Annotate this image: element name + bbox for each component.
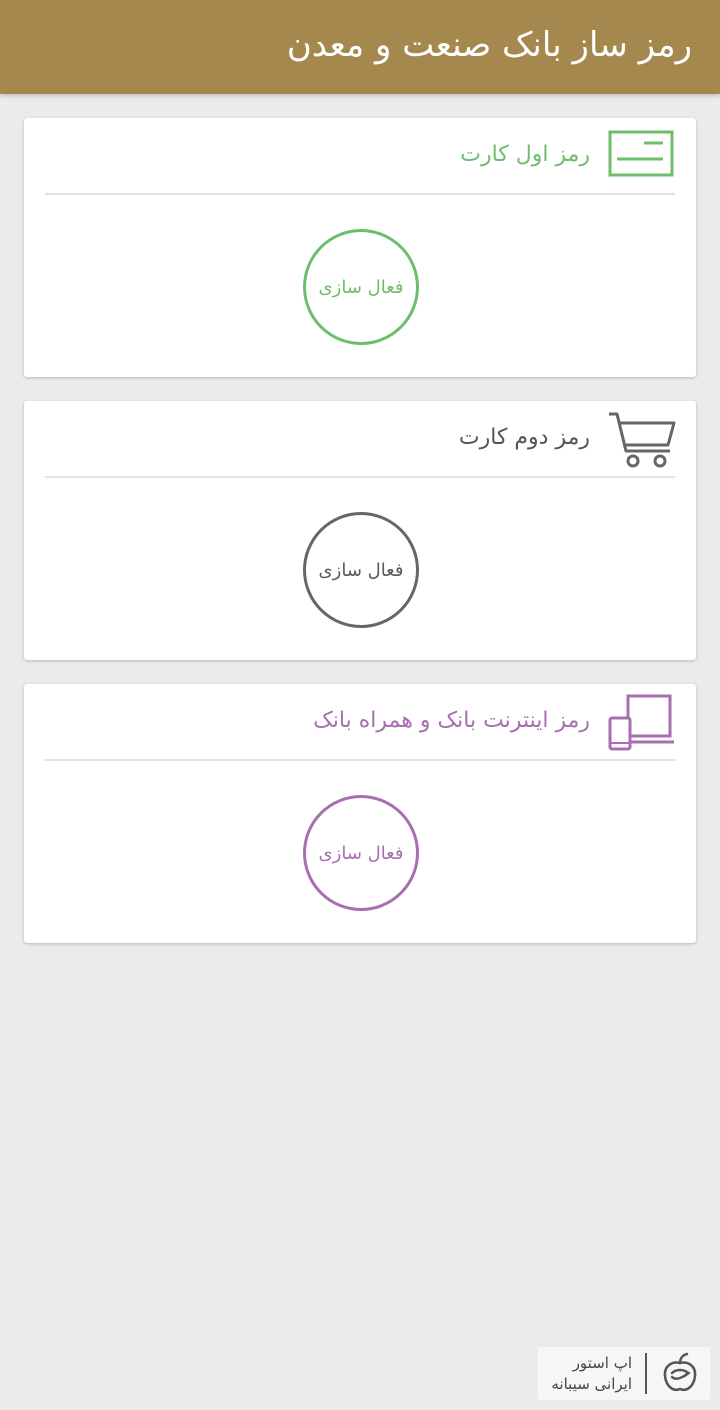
- page-title: رمز ساز بانک صنعت و معدن: [286, 25, 692, 65]
- activate-button[interactable]: فعال سازی: [303, 512, 419, 628]
- card-second-pin: رمز دوم کارت فعال سازی: [24, 401, 696, 660]
- watermark-separator: [645, 1353, 647, 1394]
- apple-logo-icon: [663, 1352, 697, 1391]
- card-title: رمز اینترنت بانک و همراه بانک: [313, 708, 590, 733]
- divider: [45, 476, 675, 478]
- card-first-pin: رمز اول کارت فعال سازی: [24, 118, 696, 377]
- divider: [45, 759, 675, 761]
- app-header: رمز ساز بانک صنعت و معدن: [0, 0, 720, 94]
- card-icon: [608, 130, 674, 177]
- watermark-line-2: ایرانی سیبانه: [551, 1375, 632, 1393]
- card-title: رمز دوم کارت: [458, 425, 590, 450]
- card-title: رمز اول کارت: [460, 142, 590, 167]
- card-internet-bank-pin: رمز اینترنت بانک و همراه بانک فعال سازی: [24, 684, 696, 943]
- shopping-cart-icon: [609, 412, 676, 468]
- devices-icon: [608, 694, 674, 751]
- watermark-text: اپ استور ایرانی سیبانه: [551, 1353, 632, 1395]
- activate-button[interactable]: فعال سازی: [303, 229, 419, 345]
- watermark-line-1: اپ استور: [572, 1354, 632, 1372]
- divider: [45, 193, 675, 195]
- app-store-watermark: اپ استور ایرانی سیبانه: [538, 1347, 710, 1400]
- activate-button[interactable]: فعال سازی: [303, 795, 419, 911]
